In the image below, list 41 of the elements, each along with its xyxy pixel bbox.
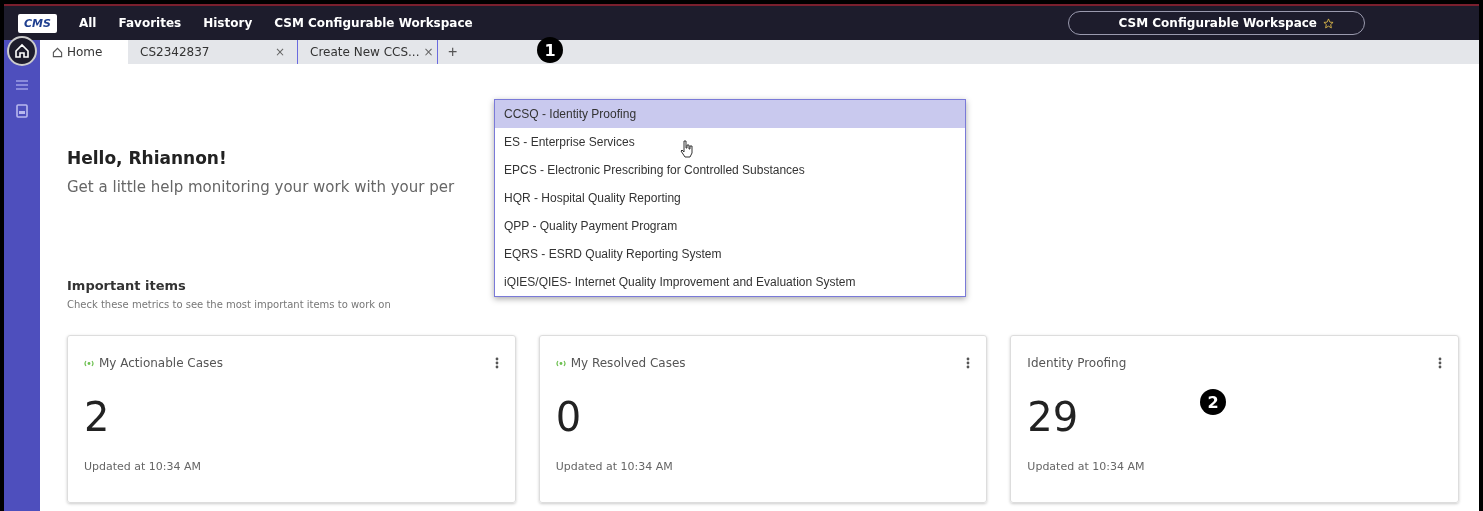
tab[interactable]: Create New CCS... × (298, 40, 438, 64)
dropdown-option[interactable]: QPP - Quality Payment Program (495, 212, 965, 240)
home-button[interactable] (7, 36, 37, 66)
metric-value: 0 (555, 394, 582, 440)
dropdown-option[interactable]: iQIES/QIES- Internet Quality Improvement and Evaluation System (495, 268, 965, 296)
nav-link[interactable]: All (78, 16, 97, 30)
home-icon (14, 43, 30, 59)
tab[interactable]: CS2342837 × (128, 40, 298, 64)
dropdown-option[interactable]: EQRS - ESRD Quality Reporting System (495, 240, 965, 268)
close-icon[interactable]: × (423, 45, 434, 59)
document-icon[interactable] (16, 104, 28, 118)
close-icon[interactable]: × (274, 45, 285, 59)
card-title: Identity Proofing (1027, 356, 1128, 370)
more-options-icon[interactable] (1438, 357, 1442, 369)
section-title: Important items (67, 278, 186, 293)
card-title: My Resolved Cases (570, 356, 687, 370)
nav-link[interactable]: CSM Configurable Workspace (274, 16, 473, 30)
star-icon (1323, 17, 1334, 29)
more-options-icon[interactable] (494, 357, 499, 369)
greeting-title: Hello, Rhiannon! (67, 148, 227, 168)
callout-marker: 2 (1200, 389, 1226, 415)
greeting-subtitle: Get a little help monitoring your work with your per (67, 178, 455, 196)
updated-time: Updated at 10:34 AM (84, 460, 203, 473)
dropdown-option[interactable]: CCSQ - Identity Proofing (495, 100, 965, 128)
more-options-icon[interactable] (966, 357, 971, 369)
section-subtitle: Check these metrics to see the most important items to work on (67, 299, 391, 310)
dropdown-option[interactable]: HQR - Hospital Quality Reporting (495, 184, 965, 212)
dropdown-option[interactable]: ES - Enterprise Services (495, 128, 965, 156)
nav-link[interactable]: Favorites (118, 16, 182, 30)
cms-logo[interactable]: CMS (18, 13, 57, 33)
add-tab-button[interactable]: + (438, 43, 468, 61)
metric-value: 29 (1027, 394, 1079, 440)
tab[interactable]: Home (40, 40, 128, 64)
updated-time: Updated at 10:34 AM (555, 460, 674, 473)
dropdown-option[interactable]: EPCS - Electronic Prescribing for Controlled Substances (495, 156, 965, 184)
card-title: My Actionable Cases (99, 356, 224, 370)
hand-cursor-icon (680, 140, 694, 158)
nav-link[interactable]: History (203, 16, 253, 30)
home-icon (52, 46, 63, 58)
metric-value: 2 (84, 394, 110, 440)
updated-time: Updated at 10:34 AM (1027, 460, 1146, 473)
